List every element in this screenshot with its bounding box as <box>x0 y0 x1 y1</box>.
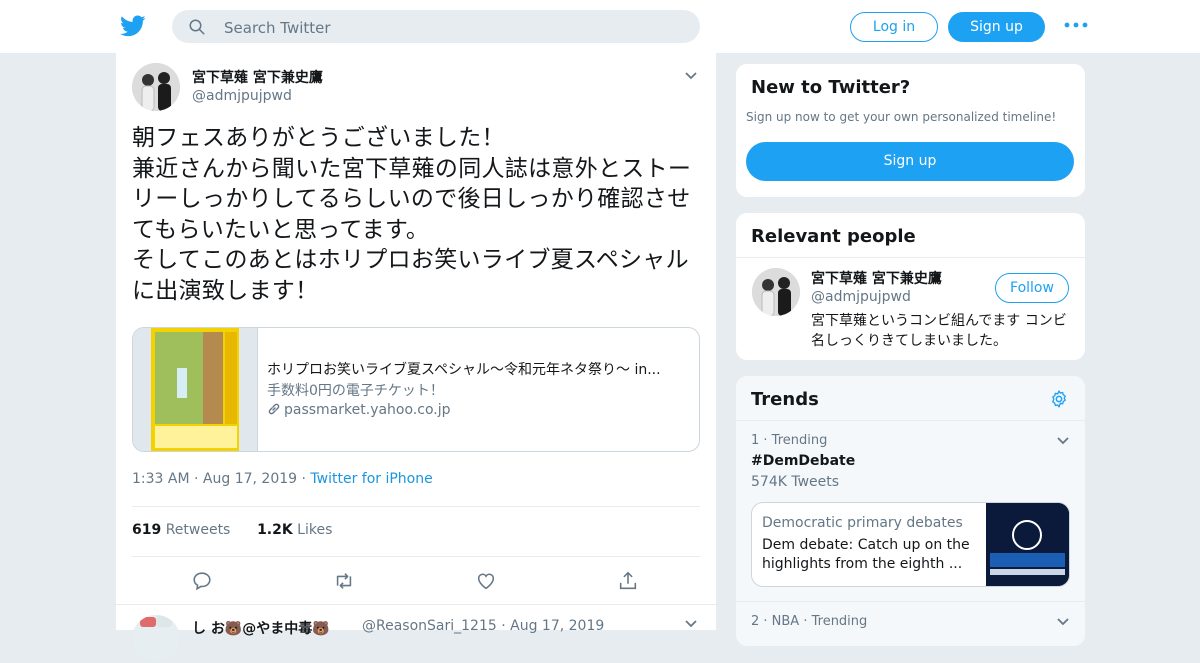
retweets-label: Retweets <box>165 522 231 538</box>
module-title: New to Twitter? <box>751 77 911 98</box>
link-card[interactable]: ホリプロお笑いライブ夏スペシャル～令和元年ネタ祭り～ in... 手数料0円の電… <box>132 327 700 452</box>
follow-button[interactable]: Follow <box>995 273 1069 303</box>
trend-rank: 1 · Trending <box>751 433 828 448</box>
avatar-photo-icon <box>132 615 180 663</box>
search-icon <box>189 19 205 35</box>
reply-icon[interactable] <box>191 570 213 592</box>
likes-count: 1.2K <box>257 522 293 538</box>
likes-label: Likes <box>297 522 333 538</box>
tweet-text: 朝フェスありがとうございました！ 兼近さんから聞いた宮下草薙の同人誌は意外とスト… <box>132 125 692 304</box>
chevron-down-icon[interactable] <box>684 619 698 629</box>
divider <box>736 601 1085 602</box>
divider <box>736 420 1085 421</box>
module-title: Relevant people <box>751 226 916 247</box>
next-tweet-avatar[interactable] <box>132 615 180 663</box>
next-tweet-author-name[interactable]: し お🐻@やま中毒🐻 <box>192 618 330 638</box>
trends-module: Trends 1 · Trending #DemDebate 574K Twee… <box>735 375 1086 647</box>
trend-news-card[interactable]: Democratic primary debates Dem debate: C… <box>751 502 1070 587</box>
chevron-down-icon[interactable] <box>684 71 698 81</box>
login-button[interactable]: Log in <box>850 12 938 42</box>
author-name[interactable]: 宮下草薙 宮下兼史鷹 <box>192 67 323 87</box>
retweet-icon[interactable] <box>333 570 355 592</box>
retweets-stat[interactable]: 619 Retweets <box>132 522 230 538</box>
divider <box>116 604 716 605</box>
news-headline[interactable]: Dem debate: Catch up on the highlights f… <box>762 536 984 574</box>
next-tweet-handle[interactable]: @ReasonSari_1215 <box>362 618 497 634</box>
search-input[interactable] <box>222 10 686 45</box>
share-icon[interactable] <box>617 570 639 592</box>
divider <box>132 556 700 557</box>
card-title[interactable]: ホリプロお笑いライブ夏スペシャル～令和元年ネタ祭り～ in... <box>267 359 689 379</box>
news-source: Democratic primary debates <box>762 515 963 531</box>
retweets-count: 619 <box>132 522 162 538</box>
settings-gear-icon[interactable] <box>1049 389 1069 409</box>
link-icon <box>268 403 280 415</box>
twitter-bird-icon[interactable] <box>120 13 146 39</box>
divider <box>736 257 1085 258</box>
like-heart-icon[interactable] <box>475 570 497 592</box>
news-thumbnail <box>986 503 1069 586</box>
next-tweet-date[interactable]: Aug 17, 2019 <box>510 618 604 634</box>
author-avatar[interactable] <box>132 63 180 111</box>
card-thumbnail <box>133 328 258 451</box>
tweet-stats: 619 Retweets 1.2K Likes <box>132 522 332 538</box>
meta-separator: · <box>189 471 203 487</box>
more-options-icon[interactable] <box>1064 18 1088 32</box>
relevant-person-name[interactable]: 宮下草薙 宮下兼史鷹 <box>811 268 942 288</box>
tweet-date[interactable]: Aug 17, 2019 <box>203 471 297 487</box>
relevant-people-module: Relevant people 宮下草薙 宮下兼史鷹 @admjpujpwd F… <box>735 212 1086 361</box>
sidebar-signup-button[interactable]: Sign up <box>746 142 1074 181</box>
signup-button[interactable]: Sign up <box>948 12 1045 42</box>
meta-separator: · <box>496 618 511 634</box>
tweet-meta: 1:33 AM · Aug 17, 2019 · Twitter for iPh… <box>132 471 433 487</box>
relevant-person-avatar[interactable] <box>752 268 800 316</box>
event-poster-image-icon <box>133 328 257 451</box>
new-to-twitter-module: New to Twitter? Sign up now to get your … <box>735 63 1086 198</box>
chevron-down-icon[interactable] <box>1056 617 1070 627</box>
relevant-person-bio: 宮下草薙というコンビ組んでます コンビ名しっくりきてしまいました。 <box>811 313 1067 349</box>
top-bar: Log in Sign up <box>0 0 1200 54</box>
divider <box>132 506 700 507</box>
module-subtitle: Sign up now to get your own personalized… <box>746 110 1057 124</box>
meta-separator: · <box>297 471 311 487</box>
avatar-photo-icon <box>752 268 800 316</box>
relevant-person-handle[interactable]: @admjpujpwd <box>811 289 911 305</box>
search-bar[interactable] <box>172 10 700 45</box>
trend-tweet-count: 574K Tweets <box>751 474 840 490</box>
module-title: Trends <box>751 389 819 410</box>
author-handle[interactable]: @admjpujpwd <box>192 88 292 104</box>
chevron-down-icon[interactable] <box>1056 436 1070 446</box>
card-description: 手数料0円の電子チケット！ <box>267 383 444 399</box>
main-column: 宮下草薙 宮下兼史鷹 @admjpujpwd 朝フェスありがとうございました！ … <box>115 53 717 663</box>
trend-rank: 2 · NBA · Trending <box>751 614 868 629</box>
avatar-photo-icon <box>132 63 180 111</box>
next-tweet-meta: @ReasonSari_1215 · Aug 17, 2019 <box>362 618 604 634</box>
card-domain[interactable]: passmarket.yahoo.co.jp <box>267 402 451 418</box>
tweet-source-link[interactable]: Twitter for iPhone <box>310 471 432 487</box>
tweet-time[interactable]: 1:33 AM <box>132 471 190 487</box>
likes-stat[interactable]: 1.2K Likes <box>257 522 332 538</box>
trend-name[interactable]: #DemDebate <box>751 453 855 469</box>
card-domain-text: passmarket.yahoo.co.jp <box>284 402 451 418</box>
news-logo-image-icon <box>986 503 1069 586</box>
